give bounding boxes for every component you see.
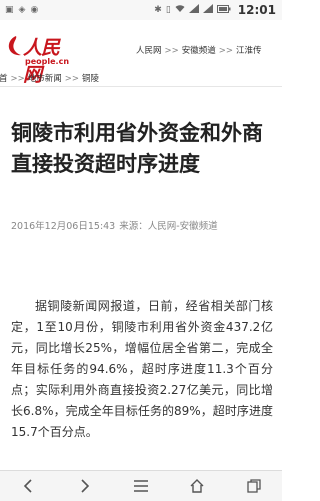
notification-icon: ◉: [30, 5, 39, 15]
tabs-icon: [247, 479, 261, 493]
signal-icon: [202, 4, 213, 16]
clock: 12:01: [237, 3, 276, 17]
breadcrumb-link[interactable]: 江淮传: [236, 46, 262, 56]
wifi-icon: [175, 4, 185, 16]
site-header: 人民网 people.cn 人民网 >> 安徽频道 >> 江淮传: [0, 26, 282, 86]
logo-subtext: people.cn: [25, 57, 70, 66]
article-source[interactable]: 来源：人民网-安徽频道: [119, 221, 217, 232]
tabs-button[interactable]: [242, 475, 266, 497]
menu-button[interactable]: [129, 475, 153, 497]
bluetooth-icon: ✱: [154, 5, 162, 15]
article-title: 铜陵市利用省外资金和外商直接投资超时序进度: [11, 121, 263, 176]
breadcrumb: 人民网 >> 安徽频道 >> 江淮传: [136, 46, 262, 56]
forward-button[interactable]: [73, 475, 97, 497]
article-body: 据铜陵新闻网报道，日前，经省相关部门核定，1至10月份，铜陵市利用省外资金437…: [11, 299, 273, 439]
back-button[interactable]: [16, 475, 40, 497]
article-meta: 2016年12月06日15:43 来源：人民网-安徽频道: [11, 218, 218, 232]
breadcrumb-link[interactable]: 首: [0, 74, 8, 84]
home-button[interactable]: [185, 475, 209, 497]
logo-mark-icon: [8, 36, 21, 56]
chevron-left-icon: [24, 479, 32, 493]
battery-icon: [216, 4, 231, 16]
status-bar: ▣ ◈ ◉ ✱ ▯ 12:01: [0, 0, 282, 20]
home-icon: [190, 479, 204, 493]
site-logo[interactable]: 人民网 people.cn: [5, 33, 70, 86]
menu-icon: [133, 480, 148, 492]
breadcrumb-link[interactable]: 地市新闻: [28, 74, 62, 84]
chevron-right-icon: [81, 479, 89, 493]
article-date: 2016年12月06日15:43: [11, 221, 116, 232]
browser-toolbar: [0, 470, 282, 501]
breadcrumb-link[interactable]: 人民网: [136, 46, 162, 56]
vibrate-icon: ▯: [165, 5, 171, 15]
notification-icon: ▣: [5, 5, 14, 15]
breadcrumb-link[interactable]: 铜陵: [82, 74, 99, 84]
signal-icon: [188, 4, 199, 16]
notification-icon: ◈: [18, 5, 26, 15]
breadcrumb-link[interactable]: 安徽频道: [182, 46, 216, 56]
sub-breadcrumb: 首 >> 地市新闻 >> 铜陵: [0, 72, 282, 87]
